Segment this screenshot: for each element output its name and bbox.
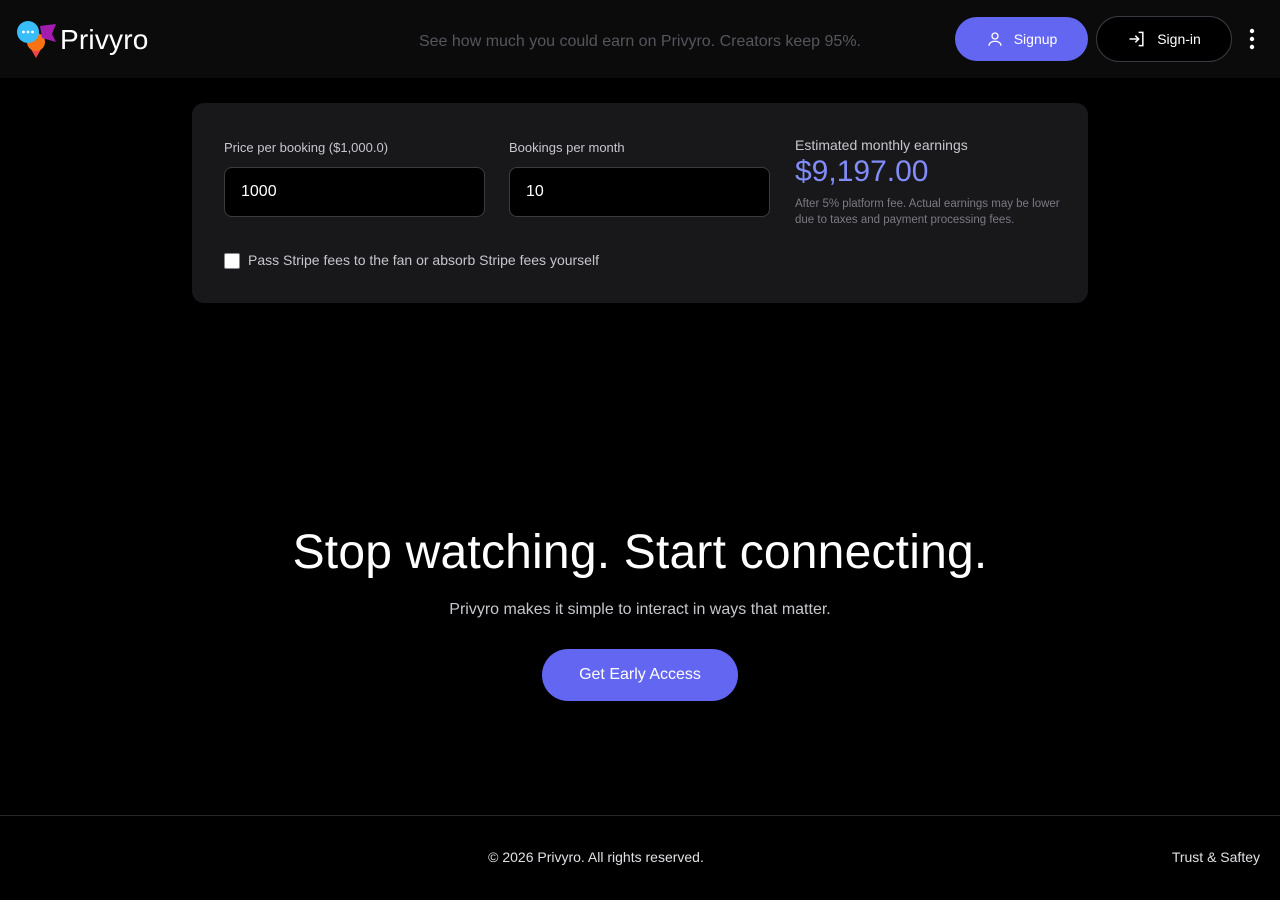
brand-name: Privyro	[60, 24, 149, 55]
copyright-text: © 2026 Privyro. All rights reserved.	[488, 849, 704, 865]
signin-label: Sign-in	[1157, 31, 1201, 47]
more-vertical-icon	[1249, 28, 1255, 50]
logo-icon	[17, 21, 56, 58]
price-input[interactable]	[224, 167, 485, 217]
signup-label: Signup	[1013, 31, 1058, 47]
earnings-calculator-card: Price per booking ($1,000.0) Bookings pe…	[192, 103, 1088, 303]
cta-title: Stop watching. Start connecting.	[292, 526, 988, 579]
price-label: Price per booking ($1,000.0)	[224, 140, 389, 155]
cta-subtitle: Privyro makes it simple to interact in w…	[449, 601, 831, 618]
more-menu-button[interactable]	[1240, 24, 1264, 54]
footer-divider	[0, 815, 1280, 816]
sign-in-icon	[1129, 31, 1144, 47]
stripe-fees-checkbox[interactable]	[224, 253, 240, 269]
user-icon	[988, 32, 1002, 46]
trust-safety-link[interactable]: Trust & Saftey	[1172, 849, 1260, 865]
get-early-access-button[interactable]: Get Early Access	[542, 649, 738, 701]
estimate-label: Estimated monthly earnings	[795, 137, 968, 153]
stripe-fees-label[interactable]: Pass Stripe fees to the fan or absorb St…	[248, 252, 599, 268]
site-header: See how much you could earn on Privyro. …	[0, 0, 1280, 78]
hero-subtitle: See how much you could earn on Privyro. …	[418, 33, 861, 50]
get-early-access-label: Get Early Access	[579, 666, 701, 683]
estimate-value: $9,197.00	[795, 155, 929, 188]
brand-logo[interactable]: Privyro	[16, 20, 149, 60]
bookings-label: Bookings per month	[509, 140, 625, 155]
estimate-note: After 5% platform fee. Actual earnings m…	[795, 198, 1060, 226]
signup-button[interactable]: Signup	[955, 17, 1088, 61]
bookings-input[interactable]	[509, 167, 770, 217]
signin-button[interactable]: Sign-in	[1096, 16, 1232, 62]
